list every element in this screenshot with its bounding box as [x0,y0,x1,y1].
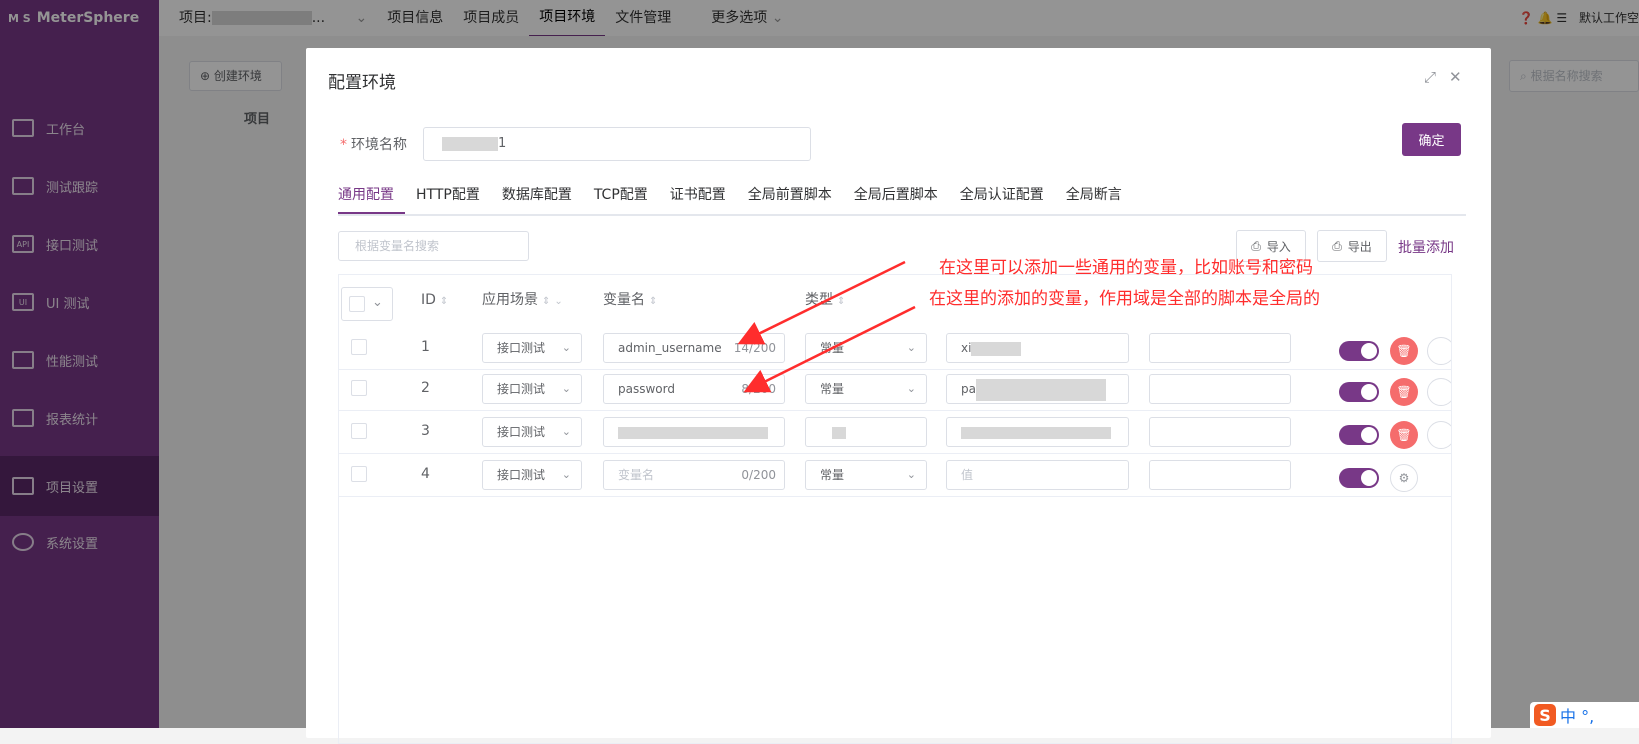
ime-label: 中 °, [1560,707,1595,726]
annotation-arrow-1 [737,260,906,345]
annotation-arrow-2 [743,305,916,393]
sogou-icon: S [1534,704,1556,726]
annotation-arrows [737,260,916,393]
ime-indicator[interactable]: S 中 °, [1530,702,1639,728]
